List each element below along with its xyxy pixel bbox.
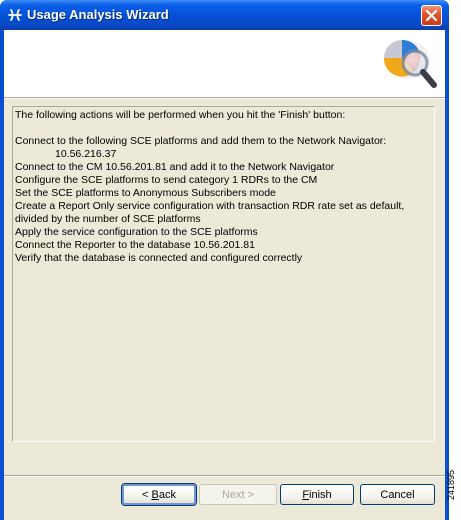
wizard-app-icon bbox=[7, 7, 23, 23]
action-item: Verify that the database is connected an… bbox=[15, 252, 303, 264]
close-icon bbox=[425, 9, 438, 22]
action-item-sce-address: 10.56.216.37 bbox=[55, 148, 117, 160]
action-item: Create a Report Only service configurati… bbox=[15, 200, 405, 212]
summary-intro: The following actions will be performed … bbox=[15, 109, 346, 121]
finish-button-mnemonic: F bbox=[302, 488, 310, 501]
back-button-prefix: < bbox=[142, 488, 152, 501]
action-item: Connect the Reporter to the database 10.… bbox=[15, 239, 255, 251]
window-title: Usage Analysis Wizard bbox=[27, 7, 169, 22]
back-button[interactable]: < Back bbox=[122, 484, 196, 505]
pie-chart-magnifier-icon bbox=[383, 39, 437, 88]
title-bar[interactable]: Usage Analysis Wizard bbox=[0, 0, 449, 30]
back-button-mnemonic: B bbox=[151, 488, 159, 501]
wizard-client-area: The following actions will be performed … bbox=[4, 30, 445, 520]
action-item: Connect to the CM 10.56.201.81 and add i… bbox=[15, 161, 335, 173]
close-button[interactable] bbox=[421, 5, 442, 26]
action-item: divided by the number of SCE platforms bbox=[15, 213, 201, 225]
action-item: Connect to the following SCE platforms a… bbox=[15, 135, 387, 147]
finish-button-label: inish bbox=[309, 488, 332, 501]
cancel-button[interactable]: Cancel bbox=[360, 484, 435, 505]
figure-number: 241895 bbox=[446, 469, 456, 500]
action-item: Apply the service configuration to the S… bbox=[15, 226, 258, 238]
next-button-label: Next > bbox=[221, 488, 255, 501]
summary-panel: The following actions will be performed … bbox=[12, 106, 435, 442]
header-separator bbox=[4, 97, 445, 99]
cancel-button-label: Cancel bbox=[380, 488, 415, 501]
back-button-label: ack bbox=[158, 488, 176, 501]
button-bar-separator bbox=[4, 475, 445, 477]
action-item: Set the SCE platforms to Anonymous Subsc… bbox=[15, 187, 276, 199]
next-button[interactable]: Next > bbox=[199, 484, 277, 505]
wizard-window: Usage Analysis Wizard The following acti… bbox=[0, 0, 449, 520]
wizard-header bbox=[4, 30, 445, 97]
action-item: Configure the SCE platforms to send cate… bbox=[15, 174, 318, 186]
finish-button[interactable]: Finish bbox=[280, 484, 354, 505]
